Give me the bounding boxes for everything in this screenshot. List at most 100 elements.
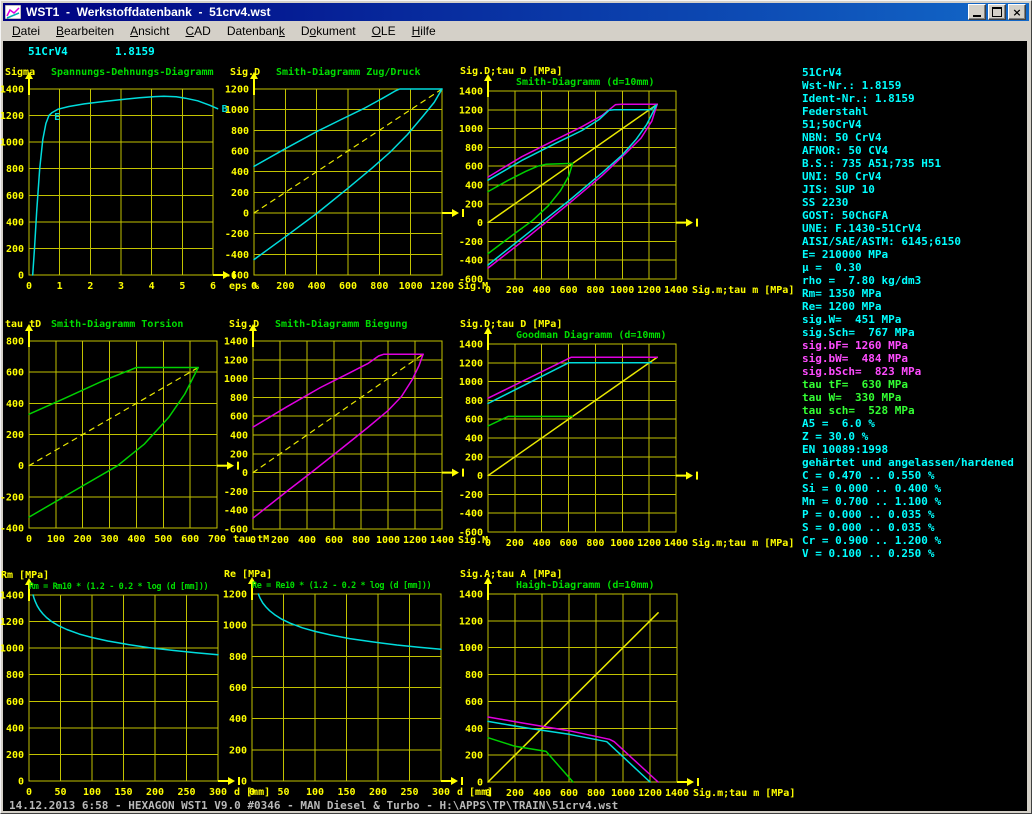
- material-data-line: Federstahl: [802, 105, 1014, 118]
- svg-text:Smith-Diagramm (d=10mm): Smith-Diagramm (d=10mm): [516, 76, 654, 88]
- menu-item-cad[interactable]: CAD: [177, 22, 218, 41]
- svg-text:600: 600: [231, 147, 249, 158]
- series-re-size-curve: [258, 594, 441, 649]
- svg-text:800: 800: [6, 164, 24, 175]
- maximize-icon: [992, 7, 1002, 17]
- material-data-line: EN 10089:1998: [802, 443, 1014, 456]
- material-data-line: sig.bSch= 823 MPa: [802, 365, 1014, 378]
- material-data-line: JIS: SUP 10: [802, 183, 1014, 196]
- svg-text:150: 150: [114, 787, 132, 798]
- svg-text:1000: 1000: [459, 377, 483, 388]
- svg-text:800: 800: [6, 670, 24, 681]
- svg-text:1200: 1200: [459, 616, 483, 627]
- menu-item-ole[interactable]: OLE: [364, 22, 404, 41]
- svg-text:Spannungs-Dehnungs-Diagramm: Spannungs-Dehnungs-Diagramm: [51, 66, 214, 78]
- svg-text:500: 500: [154, 534, 172, 545]
- svg-text:0: 0: [18, 777, 24, 788]
- svg-text:1000: 1000: [376, 535, 400, 546]
- svg-text:200: 200: [506, 788, 524, 799]
- svg-text:0: 0: [477, 471, 483, 482]
- menu-item-ansicht[interactable]: Ansicht: [122, 22, 177, 41]
- svg-text:800: 800: [229, 652, 247, 663]
- minimize-button[interactable]: [968, 4, 986, 20]
- svg-text:400: 400: [465, 181, 483, 192]
- title-bar[interactable]: WST1 - Werkstoffdatenbank - 51crv4.wst ×: [3, 3, 1029, 21]
- series-mean-stress-line: [253, 354, 423, 472]
- svg-text:400: 400: [308, 281, 326, 292]
- svg-text:-400: -400: [0, 524, 24, 535]
- svg-text:300: 300: [432, 787, 450, 798]
- client-area: 51CrV4 1.8159 01234560200400600800100012…: [3, 41, 1027, 811]
- svg-text:4: 4: [149, 281, 155, 292]
- material-data-line: tau tF= 630 MPa: [802, 378, 1014, 391]
- svg-text:200: 200: [506, 538, 524, 549]
- material-data-line: AISI/SAE/ASTM: 6145;6150: [802, 235, 1014, 248]
- svg-text:1200: 1200: [459, 105, 483, 116]
- svg-text:400: 400: [127, 534, 145, 545]
- material-data-line: AFNOR: 50 CV4: [802, 144, 1014, 157]
- svg-text:1200: 1200: [0, 111, 24, 122]
- maximize-button[interactable]: [988, 4, 1006, 20]
- svg-text:0: 0: [18, 461, 24, 472]
- svg-text:400: 400: [465, 724, 483, 735]
- svg-text:400: 400: [231, 167, 249, 178]
- svg-text:0: 0: [26, 787, 32, 798]
- svg-text:1: 1: [57, 281, 63, 292]
- app-icon: [5, 5, 21, 19]
- svg-text:-200: -200: [459, 237, 483, 248]
- svg-text:0: 0: [477, 778, 483, 789]
- svg-text:Goodman Diagramm (d=10mm): Goodman Diagramm (d=10mm): [516, 329, 667, 341]
- svg-text:Re = Re10 * (1.2 - 0.2 * log (: Re = Re10 * (1.2 - 0.2 * log (d [mm])): [252, 581, 431, 591]
- svg-text:-200: -200: [459, 490, 483, 501]
- close-button[interactable]: ×: [1008, 4, 1026, 20]
- series-torsion-upper: [29, 368, 198, 415]
- menu-item-dokument[interactable]: Dokument: [293, 22, 364, 41]
- svg-text:0: 0: [26, 534, 32, 545]
- svg-text:800: 800: [465, 670, 483, 681]
- svg-text:1400: 1400: [224, 337, 248, 348]
- svg-text:1400: 1400: [459, 590, 483, 601]
- svg-text:200: 200: [271, 535, 289, 546]
- svg-text:6: 6: [210, 281, 216, 292]
- svg-text:800: 800: [465, 143, 483, 154]
- material-data-line: NBN: 50 CrV4: [802, 131, 1014, 144]
- svg-text:Sigma: Sigma: [5, 66, 35, 78]
- material-data-line: GOST: 50ChGFA: [802, 209, 1014, 222]
- svg-text:E: E: [54, 112, 60, 123]
- menu-item-bearbeiten[interactable]: Bearbeiten: [48, 22, 122, 41]
- svg-text:1000: 1000: [459, 124, 483, 135]
- svg-text:800: 800: [370, 281, 388, 292]
- material-data-line: Ident-Nr.: 1.8159: [802, 92, 1014, 105]
- material-data-line: sig.Sch= 767 MPa: [802, 326, 1014, 339]
- svg-text:0: 0: [242, 468, 248, 479]
- svg-text:0: 0: [241, 777, 247, 788]
- svg-text:1200: 1200: [223, 590, 247, 601]
- svg-text:1000: 1000: [0, 644, 24, 655]
- svg-text:1200: 1200: [459, 358, 483, 369]
- svg-text:Smith-Diagramm Biegung: Smith-Diagramm Biegung: [275, 318, 407, 330]
- chart-goodman-d10: 0200400600800100012001400-600-400-200020…: [458, 314, 786, 552]
- svg-text:50: 50: [277, 787, 289, 798]
- svg-text:0: 0: [249, 787, 255, 798]
- svg-text:Smith-Diagramm Torsion: Smith-Diagramm Torsion: [51, 318, 183, 330]
- svg-text:-600: -600: [224, 525, 248, 536]
- app-window: WST1 - Werkstoffdatenbank - 51crv4.wst ×…: [0, 0, 1032, 814]
- svg-text:400: 400: [533, 788, 551, 799]
- svg-text:600: 600: [465, 697, 483, 708]
- svg-text:1200: 1200: [638, 788, 662, 799]
- svg-text:600: 600: [465, 415, 483, 426]
- svg-text:600: 600: [325, 535, 343, 546]
- svg-text:0: 0: [485, 285, 491, 296]
- menu-item-datei[interactable]: Datei: [4, 22, 48, 41]
- svg-text:1200: 1200: [637, 538, 661, 549]
- menu-item-hilfe[interactable]: Hilfe: [404, 22, 444, 41]
- svg-text:0: 0: [485, 788, 491, 799]
- material-data-line: P = 0.000 .. 0.035 %: [802, 508, 1014, 521]
- material-name-label: 51CrV4: [28, 45, 68, 58]
- svg-text:-400: -400: [459, 509, 483, 520]
- menu-item-datenbank[interactable]: Datenbank: [219, 22, 293, 41]
- minimize-icon: [973, 15, 981, 17]
- svg-text:100: 100: [47, 534, 65, 545]
- svg-text:-200: -200: [0, 492, 24, 503]
- material-data-line: sig.bF= 1260 MPa: [802, 339, 1014, 352]
